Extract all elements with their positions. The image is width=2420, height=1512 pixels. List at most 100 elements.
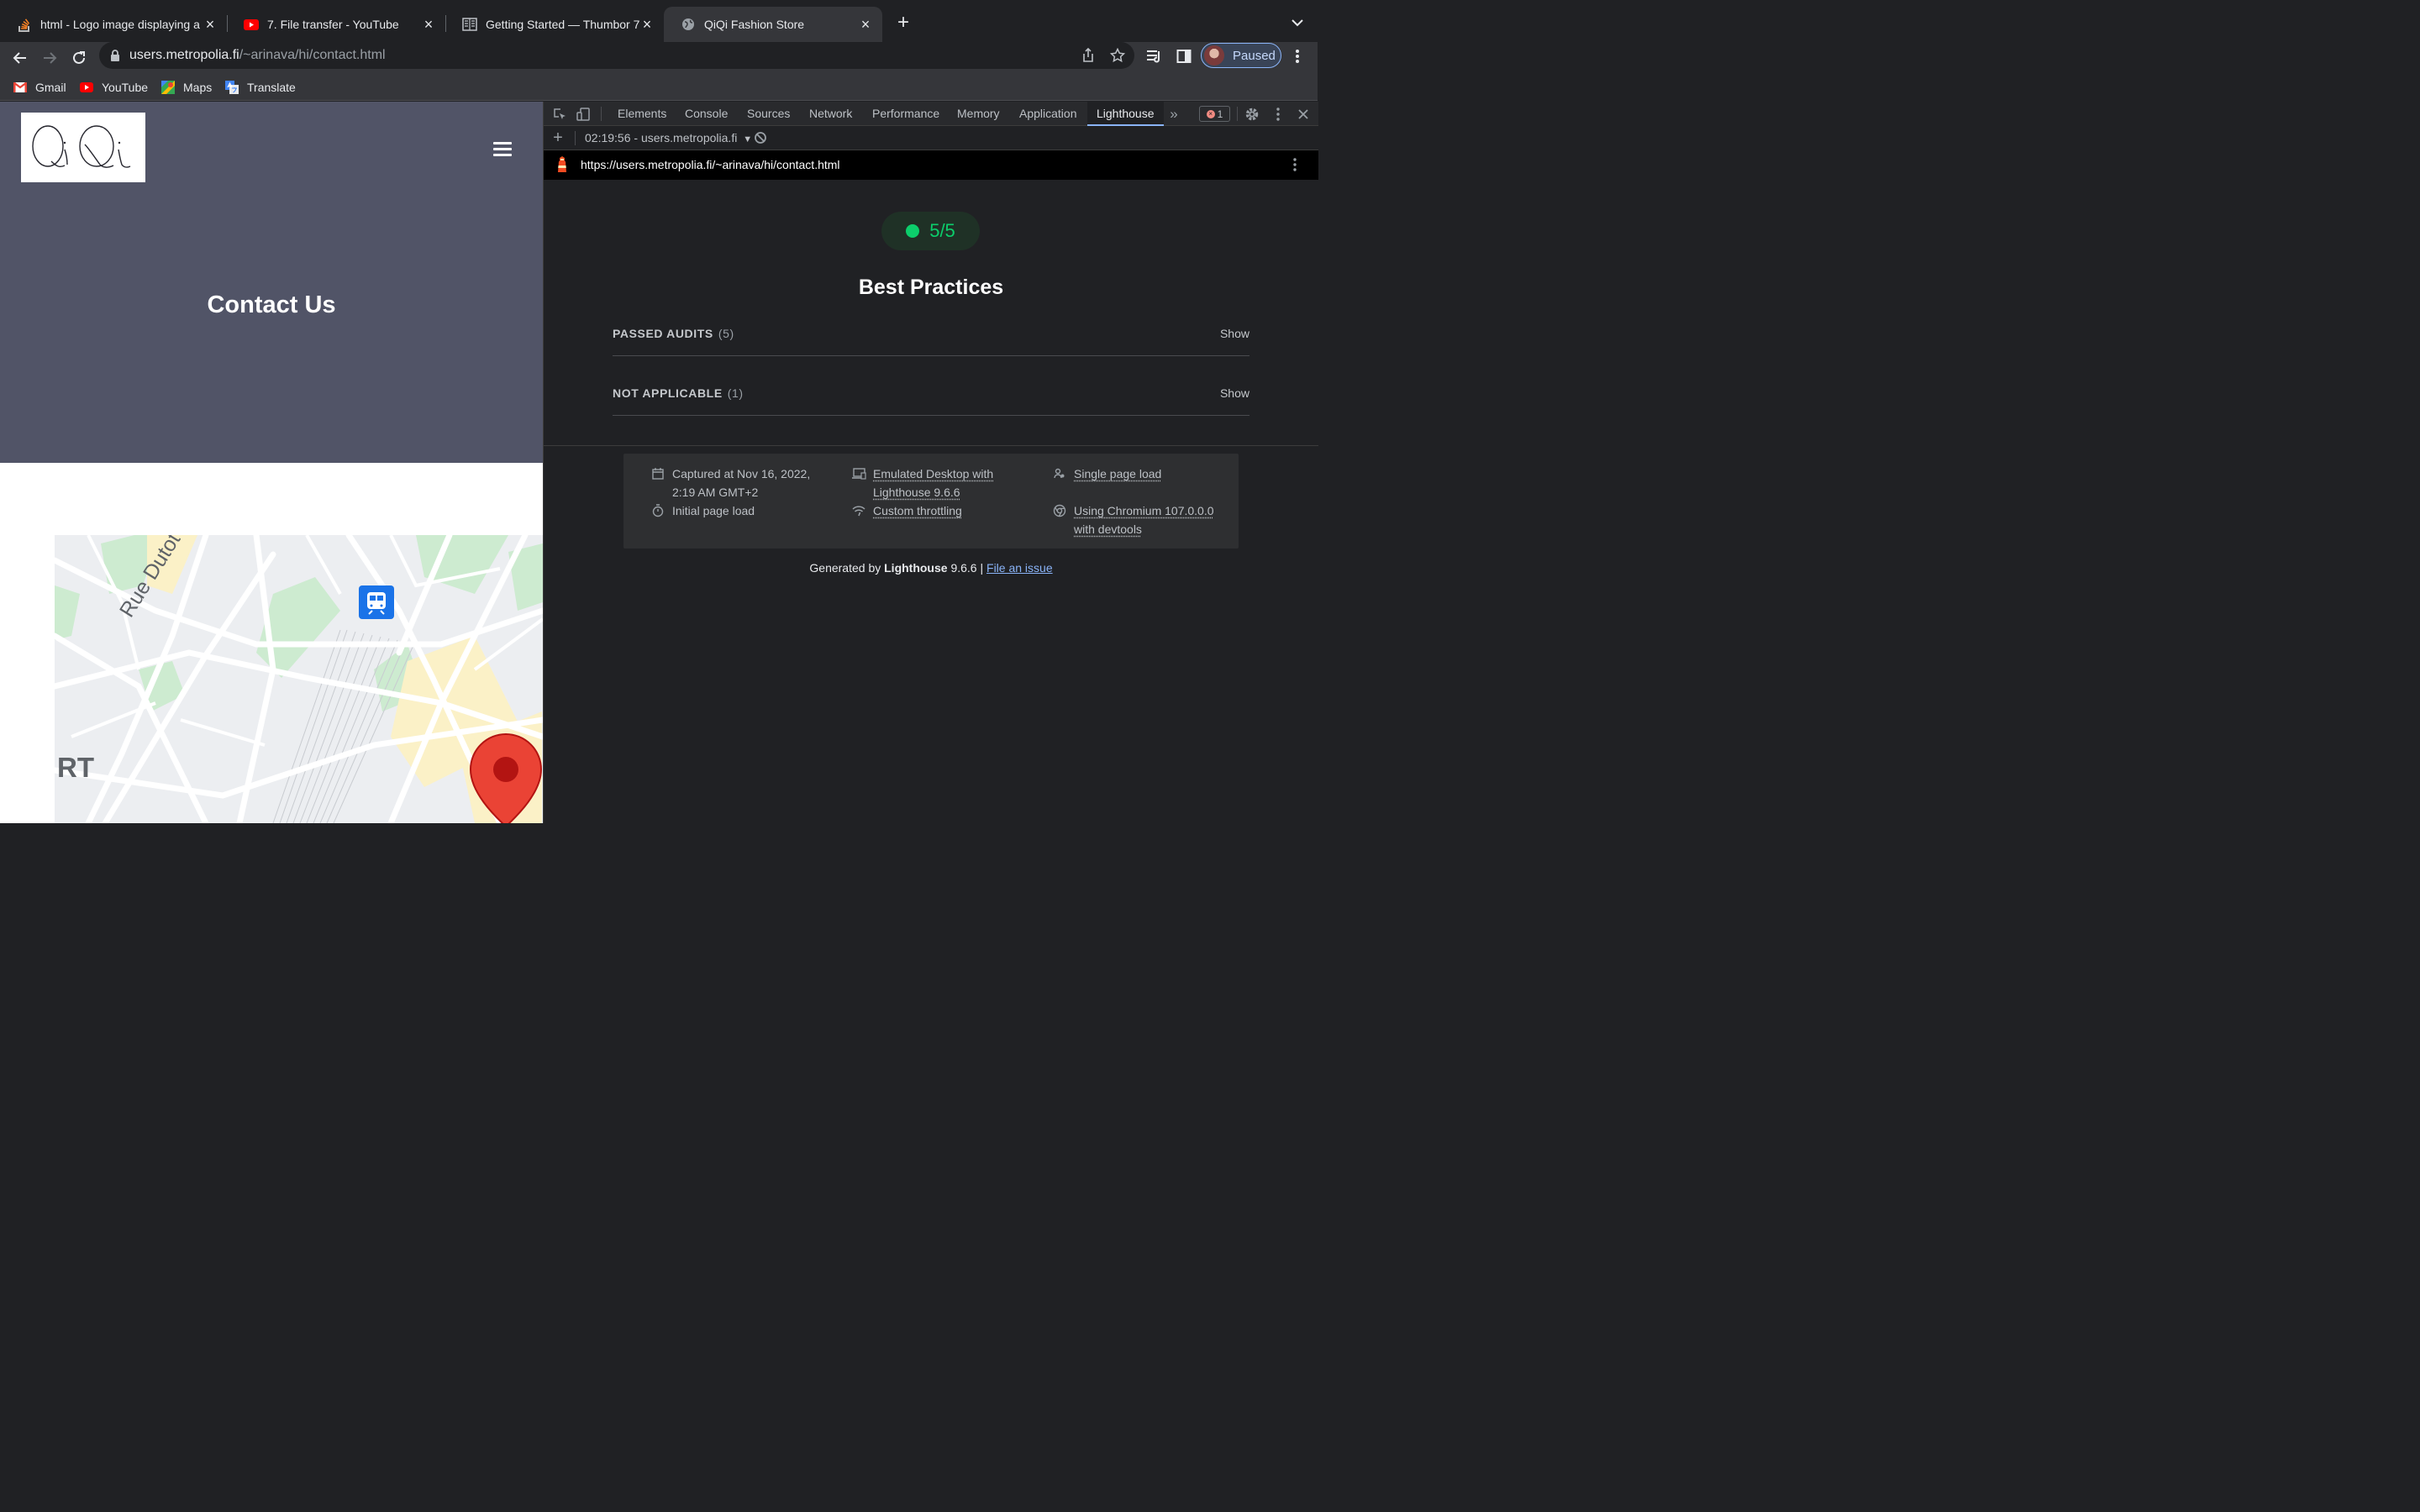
chromium-icon bbox=[1052, 503, 1067, 518]
browser-tab[interactable]: html - Logo image displaying a × bbox=[0, 7, 227, 42]
url-path: /~arinava/hi/contact.html bbox=[239, 48, 386, 62]
tab-performance[interactable]: Performance bbox=[872, 102, 939, 126]
chevron-down-icon[interactable] bbox=[1288, 13, 1307, 32]
browser-tab[interactable]: Getting Started — Thumbor 7.2 × bbox=[445, 7, 664, 42]
tab-sources[interactable]: Sources bbox=[747, 102, 790, 126]
lock-icon[interactable] bbox=[109, 49, 121, 62]
avatar bbox=[1204, 45, 1224, 66]
devtools-panel: Elements Console Sources Network Perform… bbox=[543, 102, 1318, 823]
meta-chromium[interactable]: Using Chromium 107.0.0.0 with devtools bbox=[1052, 501, 1214, 538]
meta-initial-load: Initial page load bbox=[650, 501, 755, 520]
star-icon[interactable] bbox=[1108, 46, 1127, 65]
report-url-bar: https://users.metropolia.fi/~arinava/hi/… bbox=[544, 150, 1318, 180]
meta-emulated[interactable]: Emulated Desktop with Lighthouse 9.6.6 bbox=[851, 465, 993, 501]
report-url[interactable]: https://users.metropolia.fi/~arinava/hi/… bbox=[581, 158, 840, 171]
file-issue-link[interactable]: File an issue bbox=[986, 561, 1053, 575]
tab-lighthouse[interactable]: Lighthouse bbox=[1087, 102, 1164, 126]
share-icon[interactable] bbox=[1079, 46, 1097, 65]
inspect-element-icon[interactable] bbox=[551, 106, 568, 123]
bookmark-gmail[interactable]: Gmail bbox=[13, 78, 66, 97]
toolbar-divider bbox=[575, 131, 576, 145]
embedded-map[interactable]: Rue Dutot RT bbox=[55, 535, 543, 823]
bookmark-maps[interactable]: Maps bbox=[161, 78, 212, 97]
maps-icon bbox=[161, 81, 175, 94]
close-icon[interactable]: × bbox=[422, 16, 435, 33]
close-icon[interactable]: × bbox=[640, 16, 654, 33]
gear-icon[interactable] bbox=[1244, 106, 1260, 123]
globe-icon bbox=[681, 17, 696, 32]
bookmark-label: Maps bbox=[183, 81, 213, 94]
tab-memory[interactable]: Memory bbox=[957, 102, 1000, 126]
forward-button[interactable] bbox=[37, 45, 62, 71]
web-page-viewport: Contact Us Rue Dutot RT bbox=[0, 102, 543, 823]
stackoverflow-icon bbox=[17, 17, 32, 32]
close-icon[interactable]: × bbox=[859, 16, 872, 33]
site-logo[interactable] bbox=[21, 113, 145, 182]
tab-network[interactable]: Network bbox=[809, 102, 852, 126]
media-control-icon[interactable] bbox=[1144, 46, 1165, 66]
calendar-icon bbox=[650, 466, 666, 481]
bookmark-youtube[interactable]: YouTube bbox=[80, 78, 148, 97]
youtube-icon bbox=[80, 81, 93, 94]
reload-icon bbox=[73, 51, 85, 64]
audit-group-not-applicable[interactable]: NOT APPLICABLE (1) Show bbox=[613, 375, 1249, 416]
close-devtools-icon[interactable] bbox=[1295, 106, 1312, 123]
lighthouse-logo-icon bbox=[554, 156, 571, 173]
tab-console[interactable]: Console bbox=[685, 102, 728, 126]
meta-throttling[interactable]: Custom throttling bbox=[851, 501, 962, 520]
meta-captured-line1: Captured at Nov 16, 2022, bbox=[672, 467, 811, 480]
devices-icon bbox=[851, 466, 866, 481]
wifi-icon bbox=[851, 503, 866, 518]
audit-group-label: PASSED AUDITS (5) bbox=[613, 327, 734, 340]
audit-group-label: NOT APPLICABLE (1) bbox=[613, 386, 744, 400]
tab-elements[interactable]: Elements bbox=[618, 102, 666, 126]
meta-single-load-text: Single page load bbox=[1074, 467, 1162, 480]
lighthouse-toolbar: + 02:19:56 - users.metropolia.fi ▼ bbox=[544, 126, 1318, 150]
meta-single-load[interactable]: Single page load bbox=[1052, 465, 1161, 483]
browser-tab[interactable]: 7. File transfer - YouTube × bbox=[227, 7, 445, 42]
meta-chromium-line1: Using Chromium 107.0.0.0 bbox=[1074, 504, 1214, 517]
tab-strip: html - Logo image displaying a × 7. File… bbox=[0, 0, 1318, 42]
meta-initial-load-text: Initial page load bbox=[672, 504, 755, 517]
tab-title: Getting Started — Thumbor 7.2 bbox=[486, 18, 640, 31]
hamburger-menu-icon[interactable] bbox=[493, 142, 512, 157]
translate-icon bbox=[225, 81, 239, 94]
report-selector[interactable]: 02:19:56 - users.metropolia.fi ▼ bbox=[585, 131, 752, 144]
bookmark-translate[interactable]: Translate bbox=[225, 78, 296, 97]
side-panel-icon[interactable] bbox=[1174, 46, 1194, 66]
back-button[interactable] bbox=[8, 45, 33, 71]
plus-icon[interactable]: + bbox=[550, 129, 566, 147]
close-icon[interactable]: × bbox=[203, 16, 217, 33]
device-toolbar-icon[interactable] bbox=[575, 106, 592, 123]
show-button[interactable]: Show bbox=[1220, 327, 1249, 340]
tab-application[interactable]: Application bbox=[1019, 102, 1077, 126]
error-count-badge[interactable]: × 1 bbox=[1199, 106, 1230, 122]
error-icon: × bbox=[1206, 109, 1215, 118]
audit-group-passed[interactable]: PASSED AUDITS (5) Show bbox=[613, 316, 1249, 356]
more-vert-icon[interactable] bbox=[1270, 106, 1286, 123]
book-icon bbox=[462, 17, 477, 32]
reload-button[interactable] bbox=[66, 45, 92, 71]
url-text[interactable]: users.metropolia.fi/~arinava/hi/contact.… bbox=[129, 48, 386, 63]
run-metadata: Captured at Nov 16, 2022, 2:19 AM GMT+2 I… bbox=[623, 454, 1239, 549]
more-vert-icon[interactable] bbox=[1287, 46, 1307, 66]
devtools-tab-bar: Elements Console Sources Network Perform… bbox=[544, 102, 1318, 126]
profile-button[interactable]: Paused bbox=[1201, 43, 1281, 68]
more-tabs-icon[interactable]: » bbox=[1165, 106, 1182, 123]
new-tab-button[interactable]: + bbox=[892, 12, 914, 34]
gmail-icon bbox=[13, 81, 27, 94]
url-host: users.metropolia.fi bbox=[129, 48, 239, 62]
more-vert-icon[interactable] bbox=[1286, 156, 1303, 173]
footer-product: Lighthouse bbox=[884, 561, 948, 575]
address-bar[interactable]: users.metropolia.fi/~arinava/hi/contact.… bbox=[99, 42, 1134, 69]
profile-status-label: Paused bbox=[1233, 48, 1276, 63]
clear-icon[interactable] bbox=[752, 129, 769, 146]
show-button[interactable]: Show bbox=[1220, 386, 1249, 400]
browser-tab-active[interactable]: QiQi Fashion Store × bbox=[664, 7, 882, 42]
tab-title: 7. File transfer - YouTube bbox=[267, 18, 399, 31]
browser-toolbar: users.metropolia.fi/~arinava/hi/contact.… bbox=[0, 42, 1318, 74]
map-district-label: RT bbox=[57, 752, 94, 783]
score-badge: 5/5 bbox=[881, 212, 980, 250]
bookmark-label: Gmail bbox=[35, 81, 66, 94]
youtube-icon bbox=[244, 17, 259, 32]
